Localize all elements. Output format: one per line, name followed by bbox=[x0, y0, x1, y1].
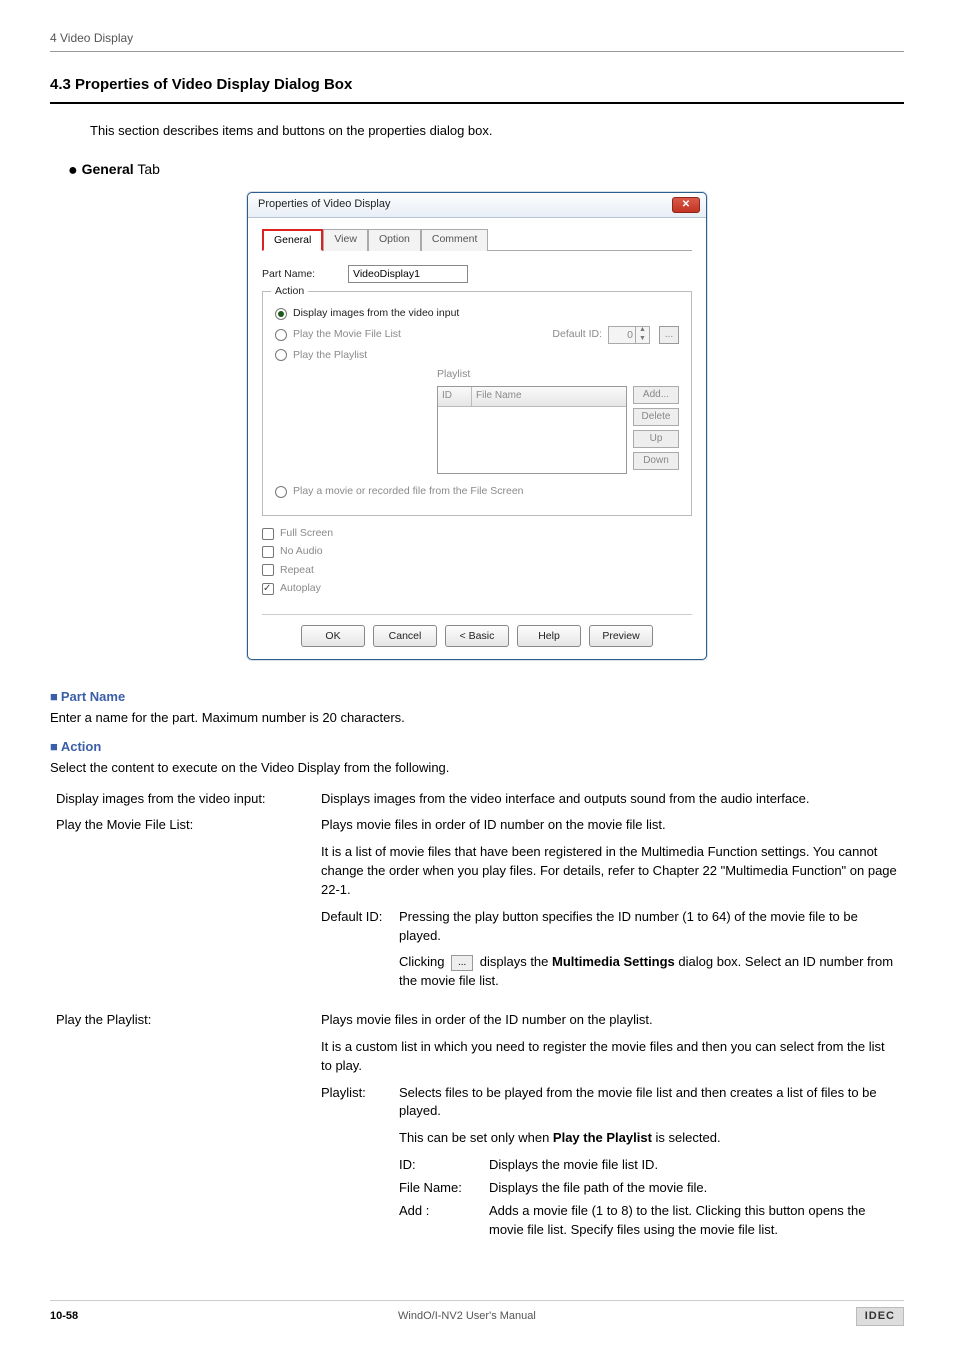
chk-autoplay-label: Autoplay bbox=[280, 581, 321, 596]
add-desc: Adds a movie file (1 to 8) to the list. … bbox=[489, 1202, 898, 1240]
default-id-value[interactable] bbox=[609, 329, 635, 341]
tab-view[interactable]: View bbox=[323, 229, 368, 251]
part-name-input[interactable] bbox=[348, 265, 468, 283]
default-id-label: Default ID: bbox=[552, 327, 602, 342]
col-filename: File Name bbox=[472, 387, 626, 407]
action-text: Select the content to execute on the Vid… bbox=[50, 759, 904, 778]
def-playlist-label: Play the Playlist: bbox=[50, 1007, 315, 1251]
general-tab-label: General bbox=[82, 161, 134, 177]
general-tab-suffix: Tab bbox=[134, 161, 160, 177]
section-heading: 4.3 Properties of Video Display Dialog B… bbox=[50, 74, 904, 104]
id-desc: Displays the movie file list ID. bbox=[489, 1156, 658, 1175]
chk-repeat-label: Repeat bbox=[280, 563, 314, 578]
part-name-label: Part Name: bbox=[262, 267, 342, 282]
basic-button[interactable]: < Basic bbox=[445, 625, 509, 647]
ellipsis-icon: ... bbox=[451, 955, 473, 971]
manual-title: WindO/I-NV2 User's Manual bbox=[398, 1309, 536, 1325]
dialog-titlebar: Properties of Video Display ✕ bbox=[248, 193, 706, 218]
action-legend: Action bbox=[271, 284, 308, 299]
chk-autoplay[interactable] bbox=[262, 583, 274, 595]
cancel-button[interactable]: Cancel bbox=[373, 625, 437, 647]
filename-desc: Displays the file path of the movie file… bbox=[489, 1179, 707, 1198]
action-group: Action Display images from the video inp… bbox=[262, 291, 692, 516]
partname-heading: ■Part Name bbox=[50, 688, 904, 707]
playlist-sublabel: Playlist: bbox=[321, 1084, 399, 1244]
properties-dialog: Properties of Video Display ✕ General Vi… bbox=[247, 192, 707, 660]
chk-repeat[interactable] bbox=[262, 564, 274, 576]
intro-text: This section describes items and buttons… bbox=[90, 122, 904, 141]
opt-video-input-label: Display images from the video input bbox=[293, 306, 459, 321]
idec-logo: IDEC bbox=[856, 1307, 904, 1327]
playlist-table[interactable]: ID File Name bbox=[437, 386, 627, 474]
help-button[interactable]: Help bbox=[517, 625, 581, 647]
chk-fullscreen-label: Full Screen bbox=[280, 526, 333, 541]
radio-movie-list[interactable] bbox=[275, 329, 287, 341]
add-button[interactable]: Add... bbox=[633, 386, 679, 404]
chk-noaudio-label: No Audio bbox=[280, 544, 323, 559]
tab-option[interactable]: Option bbox=[368, 229, 421, 251]
up-button[interactable]: Up bbox=[633, 430, 679, 448]
general-tab-heading: ● General Tab bbox=[68, 159, 904, 182]
partname-text: Enter a name for the part. Maximum numbe… bbox=[50, 709, 904, 728]
default-id-desc1: Pressing the play button specifies the I… bbox=[399, 908, 898, 946]
chapter-header: 4 Video Display bbox=[50, 30, 904, 52]
definition-table: Display images from the video input: Dis… bbox=[50, 786, 904, 1252]
page-footer: 10-58 WindO/I-NV2 User's Manual IDEC bbox=[50, 1300, 904, 1327]
spin-up-icon[interactable]: ▲ bbox=[635, 326, 649, 335]
spin-down-icon[interactable]: ▼ bbox=[635, 335, 649, 344]
down-button[interactable]: Down bbox=[633, 452, 679, 470]
radio-video-input[interactable] bbox=[275, 308, 287, 320]
preview-button[interactable]: Preview bbox=[589, 625, 653, 647]
def-movie-list-label: Play the Movie File List: bbox=[50, 812, 315, 1007]
def-video-input-desc: Displays images from the video interface… bbox=[315, 786, 904, 813]
def-video-input-label: Display images from the video input: bbox=[50, 786, 315, 813]
col-id: ID bbox=[438, 387, 472, 407]
opt-movie-list-label: Play the Movie File List bbox=[293, 327, 401, 342]
opt-file-screen-label: Play a movie or recorded file from the F… bbox=[293, 484, 524, 499]
dialog-title: Properties of Video Display bbox=[258, 197, 390, 213]
page-number: 10-58 bbox=[50, 1309, 78, 1325]
radio-playlist[interactable] bbox=[275, 349, 287, 361]
tab-general[interactable]: General bbox=[262, 229, 323, 251]
playlist-desc1: Selects files to be played from the movi… bbox=[399, 1084, 898, 1122]
playlist-label: Playlist bbox=[437, 368, 470, 380]
action-heading: ■Action bbox=[50, 738, 904, 757]
ok-button[interactable]: OK bbox=[301, 625, 365, 647]
playlist-desc2: This can be set only when Play the Playl… bbox=[399, 1129, 898, 1148]
opt-playlist-label: Play the Playlist bbox=[293, 348, 367, 363]
bullet-icon: ● bbox=[68, 162, 78, 179]
dialog-tabs: General View Option Comment bbox=[262, 228, 692, 251]
filename-sublabel: File Name: bbox=[399, 1179, 489, 1198]
radio-file-screen[interactable] bbox=[275, 486, 287, 498]
default-id-desc2: Clicking ... displays the Multimedia Set… bbox=[399, 953, 898, 991]
tab-comment[interactable]: Comment bbox=[421, 229, 489, 251]
close-button[interactable]: ✕ bbox=[672, 197, 700, 213]
chk-noaudio[interactable] bbox=[262, 546, 274, 558]
def-movie-list-desc: Plays movie files in order of ID number … bbox=[315, 812, 904, 1007]
delete-button[interactable]: Delete bbox=[633, 408, 679, 426]
chk-fullscreen[interactable] bbox=[262, 528, 274, 540]
add-sublabel: Add : bbox=[399, 1202, 489, 1240]
def-playlist-desc: Plays movie files in order of the ID num… bbox=[315, 1007, 904, 1251]
default-id-sublabel: Default ID: bbox=[321, 908, 399, 999]
id-sublabel: ID: bbox=[399, 1156, 489, 1175]
default-id-spinner[interactable]: ▲▼ bbox=[608, 326, 650, 344]
default-id-browse-button[interactable]: ... bbox=[659, 326, 679, 344]
